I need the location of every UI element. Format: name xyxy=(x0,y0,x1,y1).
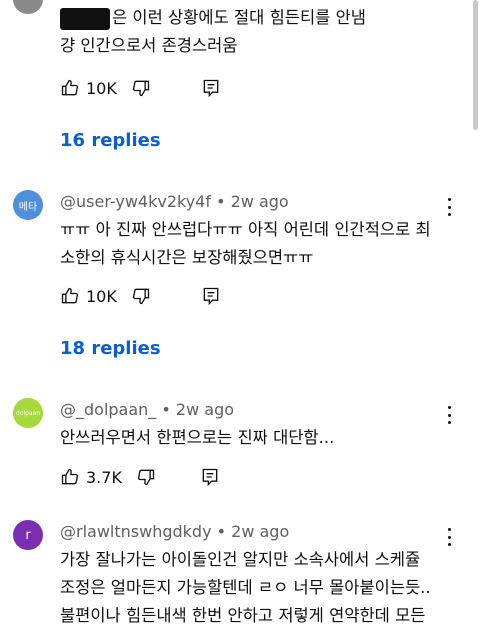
reply-icon[interactable] xyxy=(201,78,221,98)
comment-handle[interactable]: @user-yw4kv2ky4f • 2w ago xyxy=(60,192,289,211)
scrollbar[interactable] xyxy=(473,0,478,130)
comment-text: ㅠㅠ 아 진짜 안쓰럽다ㅠㅠ 아직 어린데 인간적으로 최 소한의 휴식시간은 … xyxy=(60,220,431,267)
comment-actions: 10K xyxy=(60,76,221,100)
reply-icon[interactable] xyxy=(201,286,221,306)
replies-link[interactable]: 16 replies xyxy=(60,130,161,151)
avatar[interactable]: dolpaan xyxy=(13,398,43,428)
more-options-icon[interactable] xyxy=(446,528,452,546)
dislike-icon[interactable] xyxy=(131,286,151,306)
reply-icon[interactable] xyxy=(200,467,220,487)
avatar-text: r xyxy=(25,527,31,543)
more-options-icon[interactable] xyxy=(446,198,452,216)
more-options-icon[interactable] xyxy=(446,406,452,424)
comment-text: 은 이런 상황에도 절대 힘든티를 안냄 걍 인간으로서 존경스러움 xyxy=(60,8,366,55)
like-count: 3.7K xyxy=(86,467,122,487)
dislike-icon[interactable] xyxy=(136,467,156,487)
replies-link[interactable]: 18 replies xyxy=(60,338,161,359)
like-count: 10K xyxy=(86,286,117,306)
comment-text: 안쓰러우면서 한편으로는 진짜 대단함... xyxy=(60,428,335,447)
avatar[interactable]: 메타 xyxy=(13,190,43,220)
avatar[interactable]: r xyxy=(13,520,43,550)
comment-actions: 10K xyxy=(60,284,221,308)
dislike-icon[interactable] xyxy=(131,78,151,98)
like-count: 10K xyxy=(86,78,117,98)
like-icon[interactable] xyxy=(60,78,80,98)
avatar[interactable] xyxy=(13,0,43,14)
like-icon[interactable] xyxy=(60,467,80,487)
like-icon[interactable] xyxy=(60,286,80,306)
avatar-text: dolpaan xyxy=(15,409,41,417)
comment-text: 가장 잘나가는 아이돌인건 알지만 소속사에서 스케쥴 조정은 얼마든지 가능할… xyxy=(60,550,431,625)
comment-handle[interactable]: @_dolpaan_ • 2w ago xyxy=(60,400,234,419)
comment-actions: 3.7K xyxy=(60,465,220,489)
avatar-text: 메타 xyxy=(18,201,38,213)
comment-handle[interactable]: @rlawltnswhgdkdy • 2w ago xyxy=(60,522,289,541)
